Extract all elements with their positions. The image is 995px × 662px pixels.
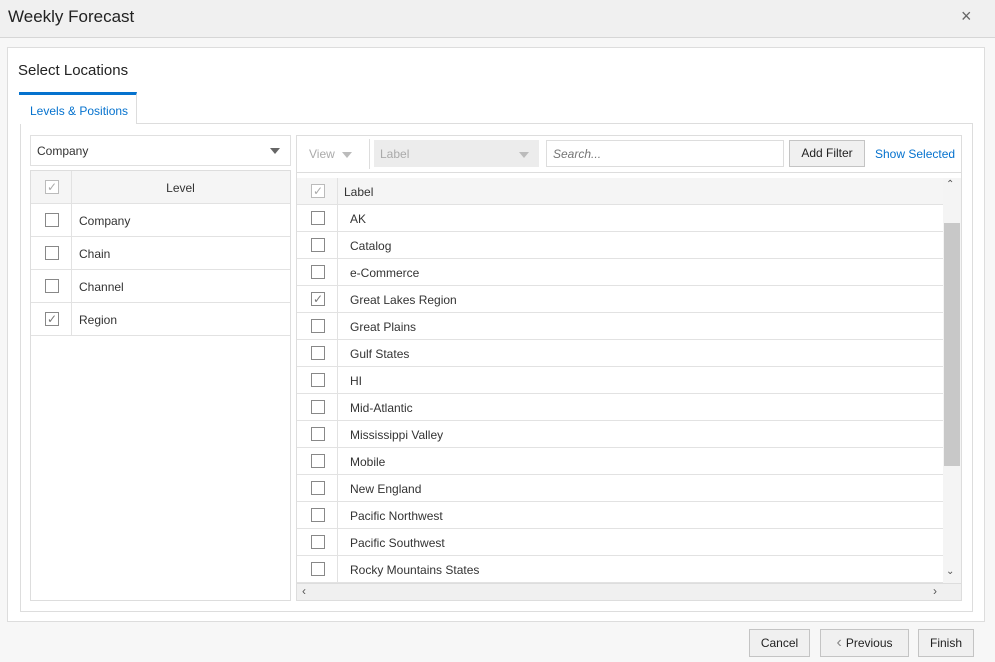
scroll-right-icon[interactable]: › bbox=[933, 584, 937, 598]
position-row[interactable]: Mississippi Valley bbox=[297, 421, 943, 448]
row-checkbox[interactable] bbox=[311, 373, 325, 387]
search-input[interactable] bbox=[546, 140, 784, 167]
level-column-header: Level bbox=[71, 181, 290, 195]
row-checkbox[interactable] bbox=[311, 346, 325, 360]
label-column-header: Label bbox=[344, 185, 373, 199]
level-row[interactable]: Chain bbox=[31, 237, 290, 270]
positions-panel: View Label Add Filter Show Selected ✓ La… bbox=[296, 135, 962, 601]
label-select-value: Label bbox=[380, 147, 409, 161]
level-label: Company bbox=[79, 214, 130, 228]
position-row[interactable]: Rocky Mountains States bbox=[297, 556, 943, 583]
position-label: Pacific Southwest bbox=[350, 536, 445, 550]
tab-levels-positions[interactable]: Levels & Positions bbox=[19, 92, 137, 124]
chevron-down-icon bbox=[270, 148, 280, 154]
position-row[interactable]: Pacific Southwest bbox=[297, 529, 943, 556]
position-label: HI bbox=[350, 374, 362, 388]
level-select[interactable]: Company bbox=[30, 135, 291, 166]
row-checkbox[interactable] bbox=[311, 211, 325, 225]
dialog-title: Weekly Forecast bbox=[8, 7, 134, 27]
scroll-up-icon[interactable]: ⌃ bbox=[946, 179, 954, 190]
view-label: View bbox=[309, 147, 335, 161]
row-checkbox[interactable] bbox=[311, 454, 325, 468]
row-checkbox[interactable] bbox=[311, 265, 325, 279]
row-checkbox[interactable] bbox=[311, 562, 325, 576]
cancel-button[interactable]: Cancel bbox=[749, 629, 810, 657]
show-selected-link[interactable]: Show Selected bbox=[875, 147, 955, 161]
levels-table: ✓ Level Company Chain Channel ✓ Region bbox=[30, 170, 291, 601]
position-row[interactable]: Great Plains bbox=[297, 313, 943, 340]
position-label: Great Plains bbox=[350, 320, 416, 334]
row-checkbox[interactable] bbox=[311, 238, 325, 252]
row-checkbox[interactable] bbox=[311, 481, 325, 495]
label-select[interactable]: Label bbox=[374, 140, 539, 167]
position-label: Rocky Mountains States bbox=[350, 563, 479, 577]
add-filter-button[interactable]: Add Filter bbox=[789, 140, 865, 167]
level-select-value: Company bbox=[37, 144, 88, 158]
level-row[interactable]: Channel bbox=[31, 270, 290, 303]
vertical-scrollbar[interactable]: ⌃ ⌄ bbox=[943, 178, 961, 583]
position-row[interactable]: Gulf States bbox=[297, 340, 943, 367]
previous-label: Previous bbox=[846, 636, 893, 650]
view-menu[interactable]: View bbox=[309, 147, 352, 161]
close-icon[interactable]: × bbox=[961, 6, 972, 27]
section-title: Select Locations bbox=[18, 62, 128, 79]
finish-button[interactable]: Finish bbox=[918, 629, 974, 657]
row-checkbox[interactable] bbox=[45, 279, 59, 293]
row-checkbox[interactable] bbox=[45, 246, 59, 260]
level-row[interactable]: ✓ Region bbox=[31, 303, 290, 336]
position-row[interactable]: Mobile bbox=[297, 448, 943, 475]
position-row[interactable]: Catalog bbox=[297, 232, 943, 259]
position-label: AK bbox=[350, 212, 366, 226]
row-checkbox[interactable] bbox=[311, 508, 325, 522]
positions-header-row: ✓ Label bbox=[297, 178, 943, 205]
chevron-left-icon: ‹ bbox=[836, 634, 841, 651]
row-checkbox[interactable] bbox=[311, 400, 325, 414]
level-label: Region bbox=[79, 313, 117, 327]
position-row[interactable]: e-Commerce bbox=[297, 259, 943, 286]
chevron-down-icon bbox=[342, 152, 352, 158]
scroll-down-icon[interactable]: ⌄ bbox=[946, 566, 954, 577]
scroll-left-icon[interactable]: ‹ bbox=[302, 584, 306, 598]
row-checkbox[interactable] bbox=[45, 213, 59, 227]
position-label: Catalog bbox=[350, 239, 391, 253]
position-label: Mid-Atlantic bbox=[350, 401, 413, 415]
position-label: Mississippi Valley bbox=[350, 428, 443, 442]
select-all-checkbox[interactable]: ✓ bbox=[45, 180, 59, 194]
position-label: Mobile bbox=[350, 455, 385, 469]
row-checkbox[interactable] bbox=[311, 319, 325, 333]
previous-button[interactable]: ‹ Previous bbox=[820, 629, 909, 657]
row-checkbox[interactable]: ✓ bbox=[45, 312, 59, 326]
level-row[interactable]: Company bbox=[31, 204, 290, 237]
scrollbar-thumb[interactable] bbox=[944, 223, 960, 466]
position-row[interactable]: Pacific Northwest bbox=[297, 502, 943, 529]
position-label: Pacific Northwest bbox=[350, 509, 443, 523]
row-checkbox[interactable] bbox=[311, 427, 325, 441]
chevron-down-icon bbox=[519, 152, 529, 158]
position-label: e-Commerce bbox=[350, 266, 419, 280]
position-label: Great Lakes Region bbox=[350, 293, 457, 307]
row-checkbox[interactable] bbox=[311, 535, 325, 549]
position-row[interactable]: HI bbox=[297, 367, 943, 394]
position-row[interactable]: ✓ Great Lakes Region bbox=[297, 286, 943, 313]
row-checkbox[interactable]: ✓ bbox=[311, 292, 325, 306]
level-label: Chain bbox=[79, 247, 110, 261]
position-row[interactable]: AK bbox=[297, 205, 943, 232]
position-row[interactable]: Mid-Atlantic bbox=[297, 394, 943, 421]
dialog-header bbox=[0, 0, 995, 38]
position-label: Gulf States bbox=[350, 347, 409, 361]
horizontal-scrollbar[interactable]: ‹ › bbox=[297, 583, 961, 600]
position-label: New England bbox=[350, 482, 421, 496]
levels-header-row: ✓ Level bbox=[31, 171, 290, 204]
position-row[interactable]: New England bbox=[297, 475, 943, 502]
level-label: Channel bbox=[79, 280, 124, 294]
select-all-checkbox[interactable]: ✓ bbox=[311, 184, 325, 198]
